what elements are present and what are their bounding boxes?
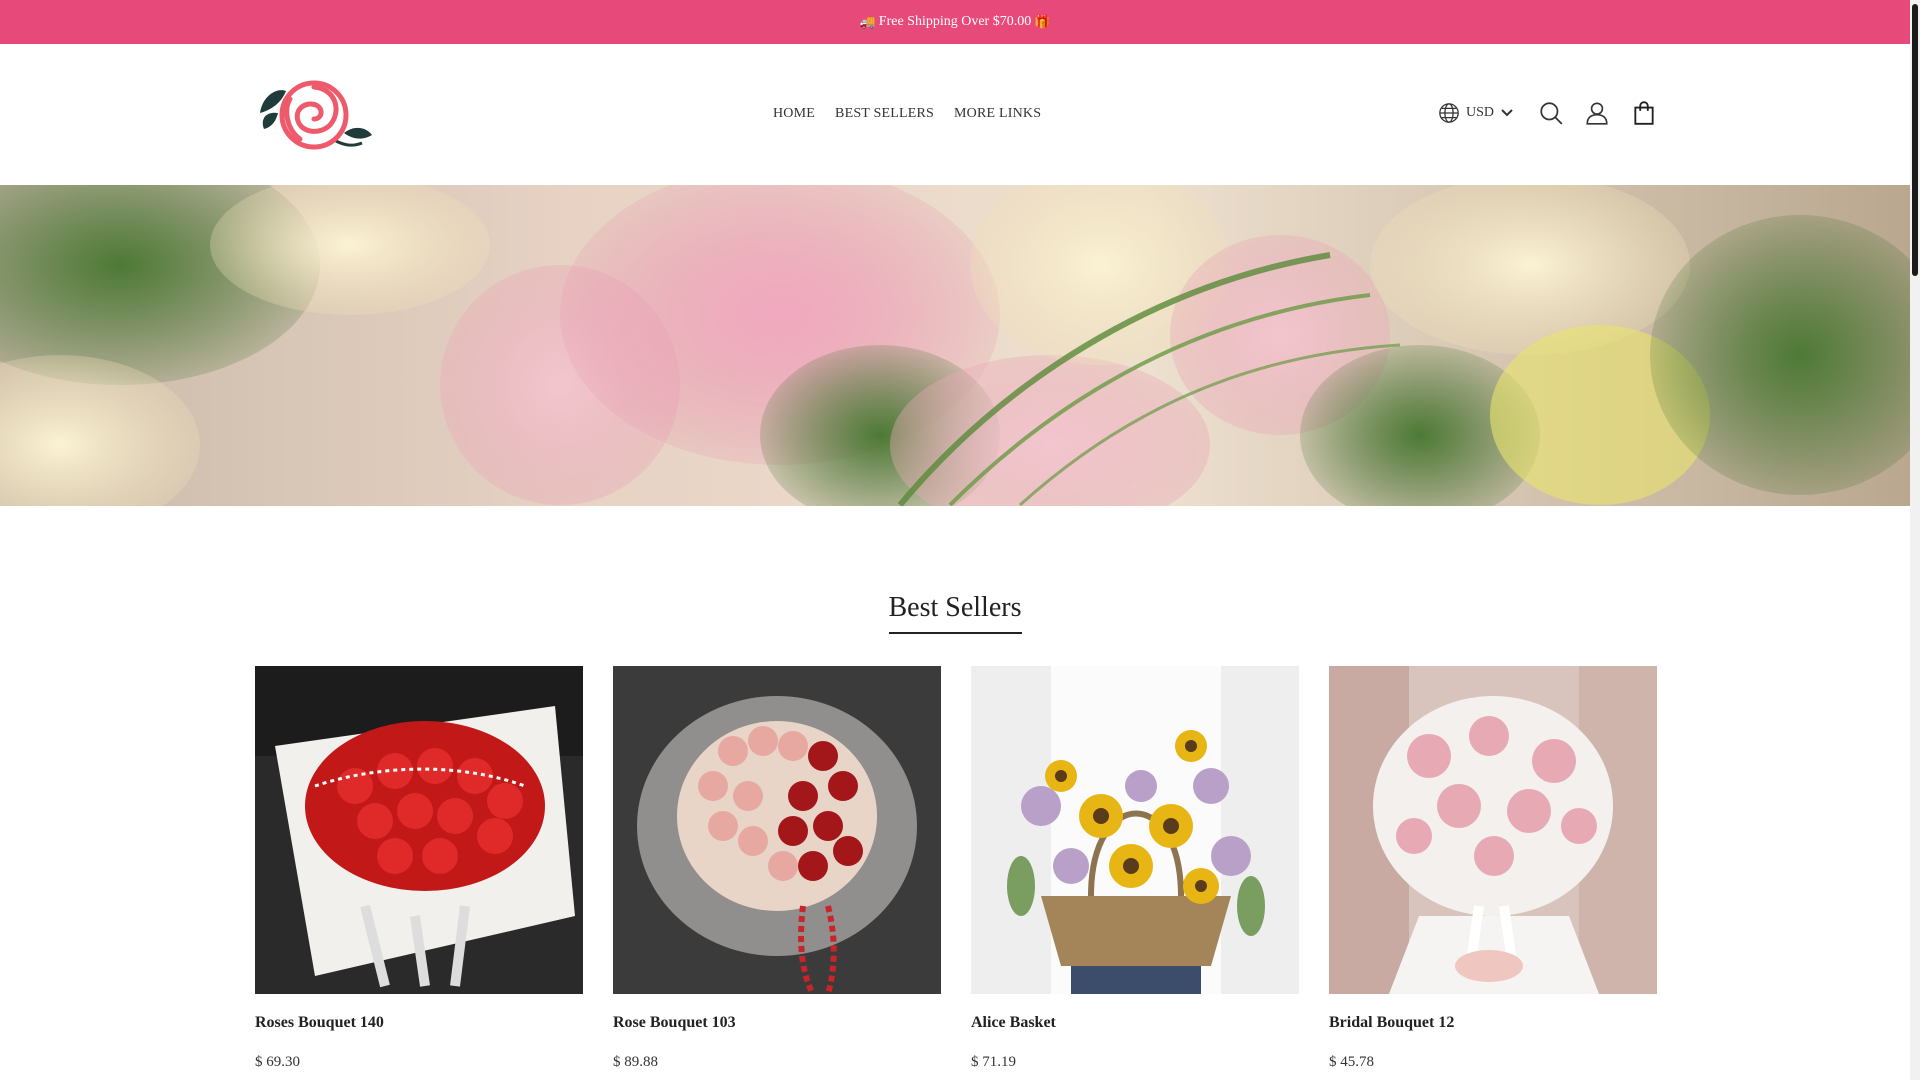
announcement-text: Free Shipping Over $70.00 xyxy=(878,14,1032,29)
product-card[interactable]: Roses Bouquet 140 $ 69.30 xyxy=(255,666,583,1071)
product-price: $ 71.19 xyxy=(971,1054,1016,1070)
hero-banner[interactable] xyxy=(0,185,1910,506)
cart-icon[interactable] xyxy=(1631,100,1657,126)
product-price: $ 89.88 xyxy=(613,1054,658,1070)
product-card[interactable]: Bridal Bouquet 12 $ 45.78 xyxy=(1329,666,1657,1071)
account-icon[interactable] xyxy=(1584,100,1610,126)
product-image[interactable] xyxy=(255,666,583,994)
truck-icon: 🚚 xyxy=(859,14,876,29)
announcement-bar: 🚚 Free Shipping Over $70.00 🎁 xyxy=(0,0,1910,44)
best-sellers-section: Best Sellers xyxy=(0,592,1910,634)
product-card[interactable]: Rose Bouquet 103 $ 89.88 xyxy=(613,666,941,1071)
currency-selector[interactable]: USD xyxy=(1438,102,1514,124)
nav-more-links[interactable]: MORE LINKS xyxy=(954,106,1041,122)
chevron-down-icon xyxy=(1501,109,1513,117)
product-name[interactable]: Roses Bouquet 140 xyxy=(255,1014,583,1032)
globe-icon xyxy=(1439,103,1459,123)
nav-home[interactable]: HOME xyxy=(773,106,815,122)
gift-icon: 🎁 xyxy=(1034,14,1051,29)
main-nav: HOME BEST SELLERS MORE LINKS xyxy=(773,106,1041,122)
product-image[interactable] xyxy=(971,666,1299,994)
product-grid: Roses Bouquet 140 $ 69.30 Rose Bouquet 1… xyxy=(255,666,1657,1071)
page-scrollbar[interactable] xyxy=(1910,0,1920,1080)
nav-best-sellers[interactable]: BEST SELLERS xyxy=(835,106,934,122)
site-logo[interactable] xyxy=(256,77,374,151)
section-title: Best Sellers xyxy=(888,592,1022,634)
product-name[interactable]: Alice Basket xyxy=(971,1014,1299,1032)
product-name[interactable]: Rose Bouquet 103 xyxy=(613,1014,941,1032)
search-icon[interactable] xyxy=(1538,100,1564,126)
product-card[interactable]: Alice Basket $ 71.19 xyxy=(971,666,1299,1071)
product-price: $ 69.30 xyxy=(255,1054,300,1070)
product-image[interactable] xyxy=(613,666,941,994)
product-image[interactable] xyxy=(1329,666,1657,994)
product-price: $ 45.78 xyxy=(1329,1054,1374,1070)
site-header: HOME BEST SELLERS MORE LINKS USD xyxy=(0,44,1910,185)
product-name[interactable]: Bridal Bouquet 12 xyxy=(1329,1014,1657,1032)
currency-label: USD xyxy=(1466,105,1495,120)
scrollbar-thumb[interactable] xyxy=(1912,4,1918,276)
